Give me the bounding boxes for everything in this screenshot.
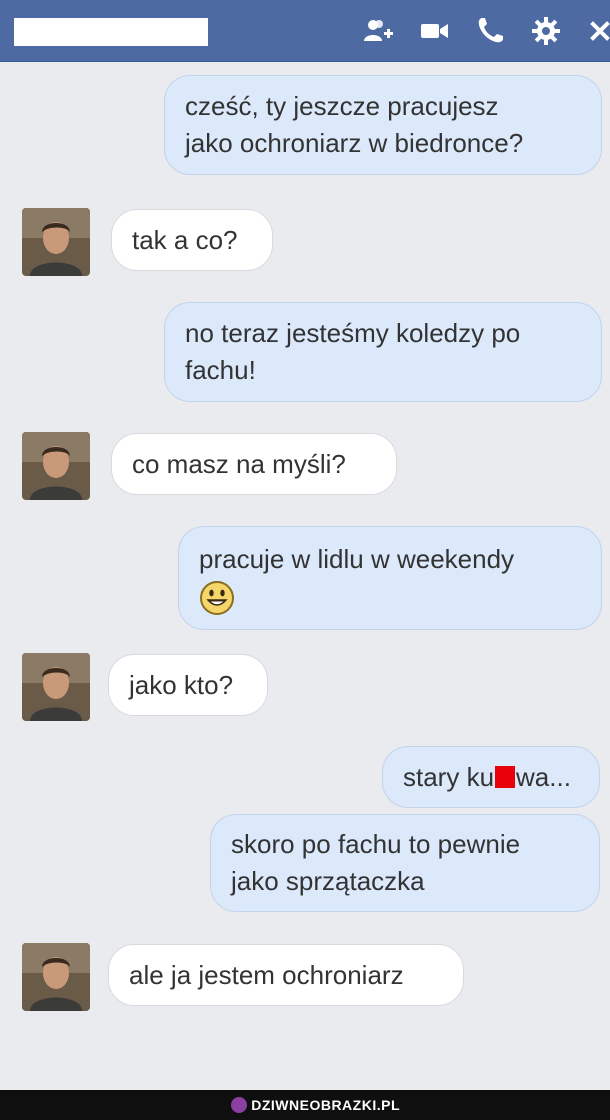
censor-box [495,765,516,788]
add-friend-icon[interactable] [362,15,394,47]
message-text-line: fachu! [185,355,256,385]
chat-messages: cześć, ty jeszcze pracujesz jako ochroni… [0,62,610,1090]
their-message-bubble: tak a co? [111,209,273,271]
message-text-line: co masz na myśli? [132,448,346,479]
watermark-logo-icon [231,1097,248,1113]
message-text-line: cześć, ty jeszcze pracujesz [185,91,499,121]
message-text-line: no teraz jesteśmy koledzy po [185,318,521,348]
avatar[interactable] [22,208,90,276]
gear-icon[interactable] [530,15,562,47]
message-text-line: jako ochroniarz w biedronce? [185,128,524,158]
chat-header [0,0,610,62]
avatar[interactable] [22,432,90,500]
message-text-line: jako sprzątaczka [231,866,425,896]
message-text-line: pracuje w lidlu w weekendy [199,543,515,574]
watermark-bar: DZIWNEOBRAZKI.PL [0,1090,610,1120]
my-message-bubble: skoro po fachu to pewnie jako sprzątaczk… [210,814,600,912]
my-message-bubble: stary ku wa... [382,746,600,808]
message-text-line: ale ja jestem ochroniarz [129,959,404,990]
their-message-bubble: jako kto? [108,654,268,716]
message-text-part: wa... [516,761,571,792]
message-text-line: stary ku wa... [403,759,579,796]
message-text-line: skoro po fachu to pewnie [231,829,521,859]
message-text-part: stary ku [403,761,495,792]
watermark: DZIWNEOBRAZKI.PL [231,1096,400,1114]
video-call-icon[interactable] [418,15,450,47]
phone-icon[interactable] [474,15,506,47]
my-message-bubble: no teraz jesteśmy koledzy po fachu! [164,302,602,402]
their-message-bubble: co masz na myśli? [111,433,397,495]
avatar[interactable] [22,943,90,1011]
avatar[interactable] [22,653,90,721]
message-text-line: tak a co? [132,224,238,255]
close-icon[interactable] [584,15,610,47]
my-message-bubble: pracuje w lidlu w weekendy [178,526,602,630]
message-text-line: jako kto? [129,669,234,700]
my-message-bubble: cześć, ty jeszcze pracujesz jako ochroni… [164,75,602,175]
contact-name-redacted [14,18,208,46]
watermark-text: DZIWNEOBRAZKI.PL [251,1097,400,1113]
smile-emoji-icon [199,580,235,616]
their-message-bubble: ale ja jestem ochroniarz [108,944,464,1006]
